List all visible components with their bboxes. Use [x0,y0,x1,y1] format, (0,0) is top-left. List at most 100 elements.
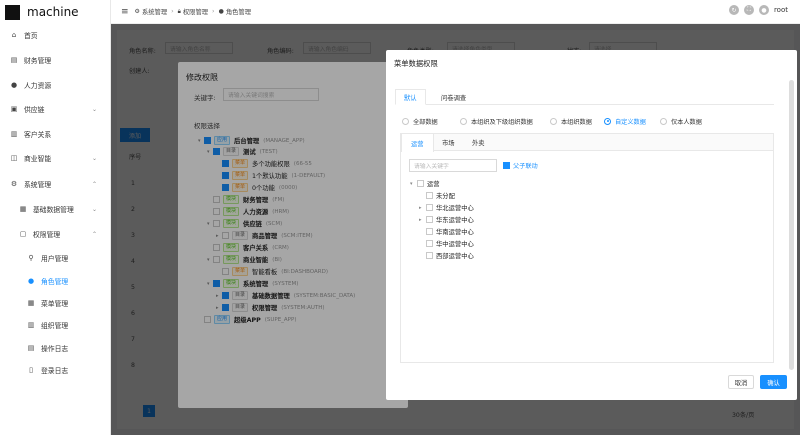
sidebar-item-label: 用户管理 [41,255,69,263]
org-tree-node[interactable]: ▸ 华东运营中心 [419,214,474,225]
breadcrumb: ≡ ⚙ 系统管理 › 🔒︎ 权限管理 › ● 角色管理 [121,7,251,17]
header-actions: ↻ ⛶ ● root [724,5,788,15]
checkbox[interactable] [417,180,424,187]
tab-default[interactable]: 默认 [395,89,426,105]
tree-node-label: 未分配 [436,193,455,200]
tree-node-label: 华东运营中心 [436,217,474,224]
sidebar-item[interactable]: ▢ 权限管理 ⌃ [0,225,111,243]
tab-questionnaire[interactable]: 问卷调查 [433,89,474,105]
sidebar-item[interactable]: ▥ 客户关系 [0,125,111,143]
modal-title: 菜单数据权限 [394,59,438,68]
breadcrumb-separator: › [171,8,174,15]
org-search-input[interactable]: 请输入关键字 [409,159,497,172]
sidebar-item-label: 操作日志 [41,345,69,353]
sidebar-item[interactable]: ⚙ 系统管理 ⌃ [0,175,111,193]
sidebar-item[interactable]: ▯ 登录日志 [0,361,111,379]
radio-dot-icon [460,117,467,125]
wallet-icon: ▤ [10,56,18,64]
chevron-icon: ⌃ [91,230,97,238]
org-icon: ▥ [27,321,35,329]
user-icon: ⚲ [28,254,34,262]
menu-icon: ▦ [27,299,35,307]
checkbox[interactable] [426,204,433,211]
sidebar-item-label: 供应链 [24,106,45,114]
checkbox-checked-icon [503,162,510,169]
expand-toggle-icon[interactable]: ▾ [410,181,417,187]
tree-node-label: 华北运营中心 [436,205,474,212]
sidebar-item-label: 首页 [24,32,38,40]
sidebar-item[interactable]: ● 角色管理 [0,272,111,290]
cancel-button[interactable]: 取消 [728,375,754,389]
expand-toggle-icon[interactable]: ▸ [419,217,426,223]
checkbox[interactable] [426,252,433,259]
org-tabs: 运营 市场 外卖 [401,134,773,152]
contacts-icon: ▥ [10,130,18,138]
logo: machine [0,0,110,24]
checkbox[interactable] [426,216,433,223]
hamburger-menu-icon[interactable]: ≡ [121,7,129,17]
chart-icon: ◫ [10,154,18,162]
refresh-icon[interactable]: ↻ [728,5,739,15]
sidebar-item[interactable]: ▦ 菜单管理 [0,294,111,312]
checkbox[interactable] [426,192,433,199]
tree-node-label: 西部运营中心 [436,253,474,260]
sidebar-item[interactable]: ▤ 财务管理 [0,51,111,69]
sidebar: machine ⌂ 首页 ▤ 财务管理 ● 人力资源 ▣ 供应链 ⌄ ▥ 客户关系 ◫ 商业智能 ⌄ ⚙ 系统… [0,0,111,435]
org-tree-node[interactable]: 未分配 [419,190,455,201]
sidebar-item[interactable]: ▦ 基础数据管理 ⌄ [0,200,111,218]
breadcrumb-item-auth[interactable]: 权限管理 [183,7,208,16]
checkbox[interactable] [426,240,433,247]
truck-icon: ▣ [10,105,18,113]
sidebar-item-label: 财务管理 [24,57,52,65]
sidebar-item[interactable]: ● 人力资源 [0,76,111,94]
data-scope-radio[interactable]: 仅本人数据 [660,116,702,126]
radio-label: 全部数据 [413,118,438,126]
sidebar-item[interactable]: ⚲ 用户管理 [0,249,111,267]
checkbox[interactable] [426,228,433,235]
org-tree-node[interactable]: 西部运营中心 [419,250,474,261]
sidebar-item-label: 权限管理 [33,231,61,239]
sidebar-item[interactable]: ⌂ 首页 [0,26,111,44]
sidebar-item-label: 组织管理 [41,322,69,330]
breadcrumb-item-system[interactable]: 系统管理 [142,7,167,16]
user-name[interactable]: root [774,6,788,14]
fullscreen-icon[interactable]: ⛶ [743,5,754,15]
expand-toggle-icon[interactable]: ▸ [419,205,426,211]
lock-icon: ▢ [19,230,27,238]
sidebar-item-label: 人力资源 [24,82,52,90]
scrollbar[interactable] [789,80,794,370]
radio-dot-icon [604,117,611,125]
radio-dot-icon [660,117,667,125]
person-icon: ● [10,81,18,89]
top-header: ≡ ⚙ 系统管理 › 🔒︎ 权限管理 › ● 角色管理 ↻ ⛶ ● root [111,0,800,24]
org-tree-node[interactable]: ▸ 华北运营中心 [419,202,474,213]
log-icon: ▤ [27,344,35,352]
role-icon: ● [27,277,35,285]
sidebar-item[interactable]: ◫ 商业智能 ⌄ [0,149,111,167]
chevron-icon: ⌃ [91,180,97,188]
tab-operations[interactable]: 运营 [401,134,434,152]
avatar[interactable]: ● [758,5,769,15]
parent-child-linkage-checkbox[interactable]: 父子联动 [503,161,538,170]
data-scope-radio[interactable]: 本组织及下级组织数据 [460,116,533,126]
sidebar-item-label: 角色管理 [41,278,69,286]
gear-icon: ⚙ [10,180,18,188]
sidebar-item[interactable]: ▤ 操作日志 [0,339,111,357]
data-scope-radio[interactable]: 自定义数据 [604,116,646,126]
org-tree-node[interactable]: 华中运营中心 [419,238,474,249]
data-scope-radio[interactable]: 本组织数据 [550,116,592,126]
gear-icon: ⚙ [134,8,140,15]
sidebar-item[interactable]: ▣ 供应链 ⌄ [0,100,111,118]
org-tree-node[interactable]: 华南运营中心 [419,226,474,237]
menu-tabs: 默认 问卷调查 [395,89,774,105]
database-icon: ▦ [19,205,27,213]
breadcrumb-separator: › [212,8,215,15]
data-scope-radio[interactable]: 全部数据 [402,116,438,126]
tab-market[interactable]: 市场 [433,134,464,151]
tab-takeout[interactable]: 外卖 [463,134,494,151]
logo-square-icon [5,4,20,20]
sidebar-item[interactable]: ▥ 组织管理 [0,316,111,334]
org-tree-node[interactable]: ▾ 运营 [410,178,440,189]
confirm-button[interactable]: 确认 [760,375,787,389]
breadcrumb-item-role: 角色管理 [225,9,252,16]
